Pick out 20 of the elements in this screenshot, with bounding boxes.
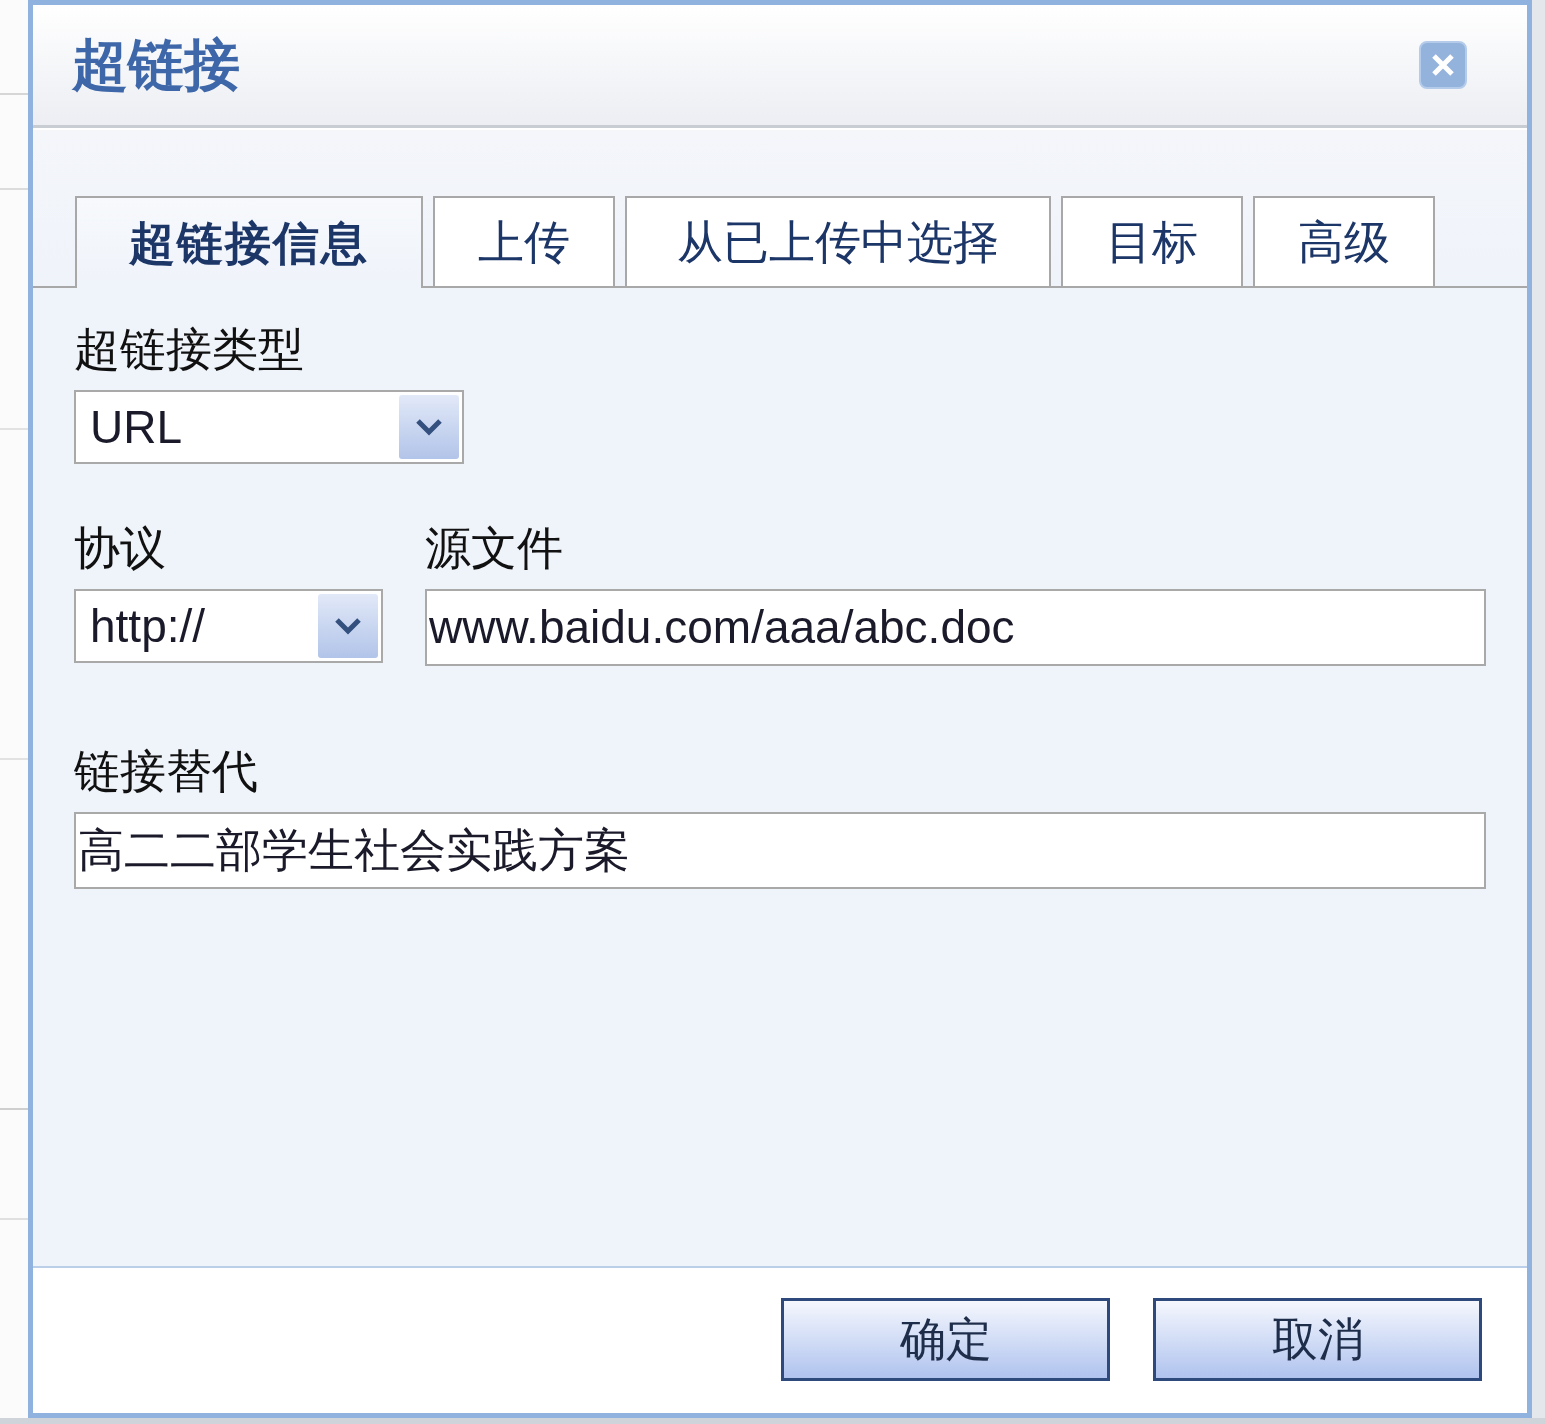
- dropdown[interactable]: http://: [74, 589, 383, 663]
- dropdown[interactable]: URL: [74, 390, 464, 464]
- text-field[interactable]: 高二二部学生社会实践方案: [74, 812, 1486, 889]
- field-label: 超链接类型: [74, 323, 305, 376]
- field-label: 协议: [74, 522, 167, 575]
- chevron-down-icon: [399, 395, 459, 459]
- tab[interactable]: 高级: [1253, 196, 1435, 286]
- field-label: 源文件: [425, 522, 564, 575]
- dialog-button[interactable]: 取消: [1153, 1298, 1482, 1381]
- tab[interactable]: 目标: [1061, 196, 1243, 286]
- dialog-button[interactable]: 确定: [781, 1298, 1110, 1381]
- dialog-title: 超链接: [72, 32, 240, 98]
- tab[interactable]: 超链接信息: [75, 196, 423, 288]
- close-button[interactable]: [1419, 41, 1467, 89]
- tab[interactable]: 从已上传中选择: [625, 196, 1051, 286]
- chevron-down-icon: [318, 594, 378, 658]
- close-icon: [1430, 52, 1456, 78]
- text-field[interactable]: www.baidu.com/aaa/abc.doc: [425, 589, 1486, 666]
- field-label: 链接替代: [74, 745, 259, 798]
- tab[interactable]: 上传: [433, 196, 615, 286]
